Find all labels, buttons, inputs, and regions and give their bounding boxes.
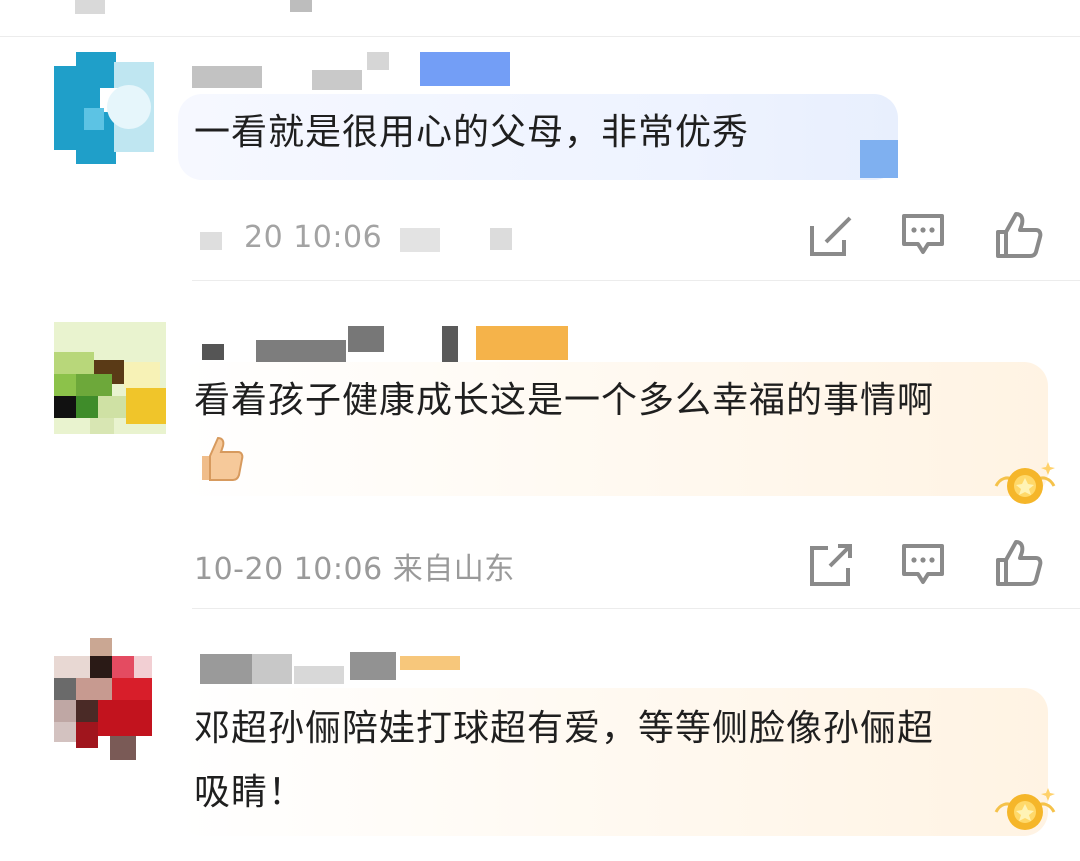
gold-badge-icon — [990, 456, 1060, 516]
comment-text: 邓超孙俪陪娃打球超有爱，等等侧脸像孙俪超 — [194, 708, 935, 749]
meta-blur — [400, 228, 440, 252]
top-pixel-blur — [75, 0, 105, 14]
divider — [0, 36, 1080, 37]
comment-text: 吸睛！ — [194, 772, 306, 813]
divider — [192, 280, 1080, 281]
username-blurred — [200, 652, 470, 692]
username-blurred — [192, 52, 532, 92]
avatar[interactable] — [54, 52, 154, 164]
share-edit-icon[interactable] — [806, 540, 856, 590]
like-icon[interactable] — [994, 538, 1044, 588]
comment-time: 20 10:06 — [244, 220, 383, 255]
comment-time: 10-20 10:06 来自山东 — [194, 552, 515, 587]
divider — [192, 608, 1080, 609]
like-icon[interactable] — [994, 210, 1044, 260]
meta-blur — [200, 232, 222, 250]
avatar[interactable] — [54, 638, 154, 760]
username-blurred — [198, 326, 578, 366]
thumbs-up-emoji-icon — [196, 432, 248, 484]
gold-badge-icon — [990, 782, 1060, 842]
comment-text: 一看就是很用心的父母，非常优秀 — [194, 112, 750, 153]
comment-text: 看着孩子健康成长这是一个多么幸福的事情啊 — [194, 380, 935, 421]
avatar[interactable] — [54, 322, 166, 434]
share-edit-icon[interactable] — [806, 210, 856, 260]
comment-icon[interactable] — [898, 540, 948, 590]
meta-blur — [490, 228, 512, 250]
comment-icon[interactable] — [898, 210, 948, 260]
top-pixel-blur — [290, 0, 312, 12]
badge-blur — [860, 140, 898, 178]
